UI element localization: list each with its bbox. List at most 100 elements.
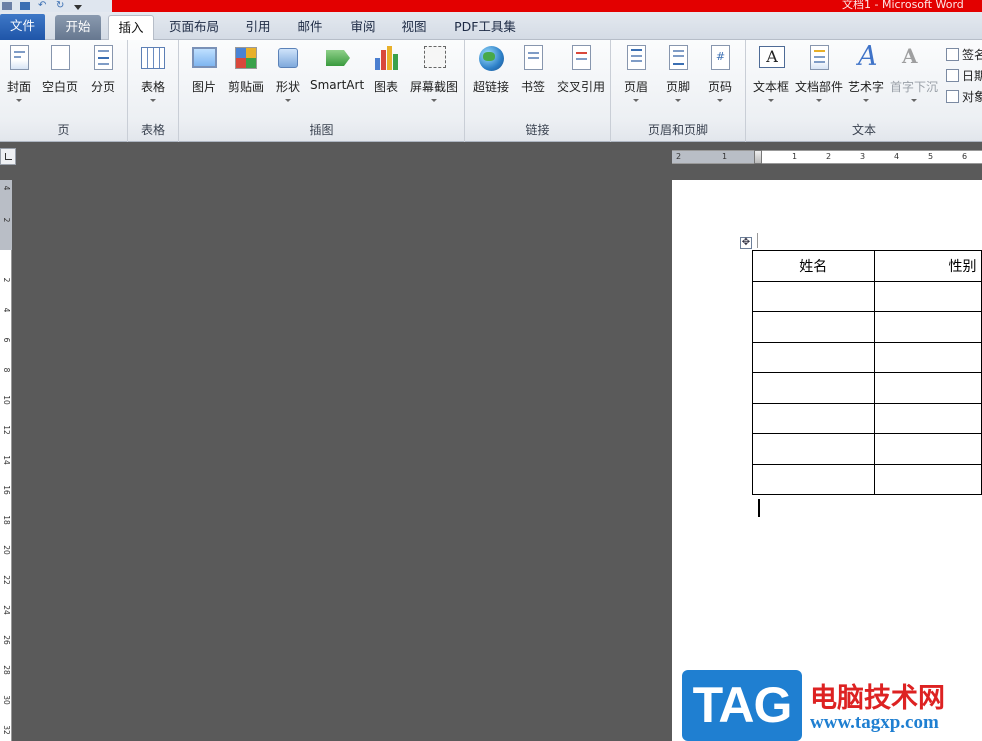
hyperlink-label: 超链接	[472, 80, 509, 94]
ruler-margin	[672, 151, 758, 163]
ruler-tick-label: 22	[2, 575, 11, 585]
cross-reference-button[interactable]: 交叉引用	[555, 44, 607, 116]
ruler-tick-label: 4	[894, 152, 900, 161]
horizontal-ruler[interactable]: 2 1 1 2 3 4 5 6	[672, 150, 982, 164]
screenshot-icon	[420, 44, 448, 72]
ruler-tick-label: 6	[962, 152, 968, 161]
wordart-icon: A	[858, 41, 878, 72]
cover-page-label: 封面	[6, 80, 31, 94]
hyperlink-button[interactable]: 超链接	[470, 44, 512, 116]
ruler-tick-label: 24	[2, 605, 11, 615]
cross-reference-icon	[567, 44, 595, 72]
tab-home[interactable]: 开始	[55, 15, 101, 40]
clip-art-button[interactable]: 剪贴画	[226, 44, 266, 116]
text-cursor	[758, 499, 760, 517]
ribbon-insert: 封面 空白页 分页 页 表格 表格 图片 剪贴画 形状 SmartArt 图表 …	[0, 40, 982, 142]
customize-toolbar-icon[interactable]	[74, 4, 82, 10]
header-button[interactable]: 页眉	[619, 44, 653, 116]
ruler-tick-label: 3	[860, 152, 866, 161]
title-bar: ↶ ↻ 文档1 - Microsoft Word	[0, 0, 982, 12]
tab-view[interactable]: 视图	[392, 15, 436, 40]
ruler-tick-label: 20	[2, 545, 11, 555]
table-cell[interactable]	[752, 341, 875, 373]
table-row	[752, 311, 982, 343]
picture-button[interactable]: 图片	[187, 44, 221, 116]
word-icon	[2, 2, 12, 10]
tab-pdf-tools[interactable]: PDF工具集	[446, 15, 524, 40]
document-table[interactable]: 姓名 性别	[752, 250, 982, 495]
smartart-label: SmartArt	[310, 78, 365, 92]
bookmark-button[interactable]: 书签	[516, 44, 550, 116]
blank-page-button[interactable]: 空白页	[40, 44, 80, 116]
table-cell[interactable]	[873, 402, 982, 434]
footer-button[interactable]: 页脚	[661, 44, 695, 116]
shapes-button[interactable]: 形状	[271, 44, 305, 116]
page-break-button[interactable]: 分页	[86, 44, 120, 116]
shapes-label: 形状	[275, 80, 300, 94]
tab-insert[interactable]: 插入	[108, 15, 154, 41]
undo-icon[interactable]: ↶	[38, 1, 48, 11]
tab-mailings[interactable]: 邮件	[288, 15, 332, 40]
table-row	[752, 372, 982, 404]
table-cell[interactable]	[752, 463, 875, 495]
vertical-ruler[interactable]: 4 2 2 4 6 8 10 12 14 16 18 20 22 24 26 2…	[0, 180, 12, 741]
shapes-icon	[274, 44, 302, 72]
chart-label: 图表	[373, 80, 398, 94]
wordart-button[interactable]: A 艺术字	[847, 41, 885, 116]
table-cell-name-header[interactable]: 姓名	[752, 250, 875, 282]
group-links-label: 链接	[525, 123, 550, 137]
ruler-tick-label: 18	[2, 515, 11, 525]
table-cell[interactable]	[873, 341, 982, 373]
table-move-handle-icon[interactable]: ✥	[740, 237, 752, 249]
group-header-footer-label: 页眉和页脚	[647, 123, 708, 137]
signature-label: 签名行	[962, 47, 982, 62]
page-number-icon: #	[706, 44, 734, 72]
cover-page-button[interactable]: 封面	[2, 44, 36, 116]
table-cell-gender-header[interactable]: 性别	[873, 250, 982, 282]
signature-line-button[interactable]: 签名行	[946, 44, 982, 64]
date-time-button[interactable]: 日期和时间	[946, 65, 982, 85]
smartart-icon	[323, 44, 351, 72]
footer-label: 页脚	[665, 80, 690, 94]
table-cell[interactable]	[873, 433, 982, 465]
table-cell[interactable]	[752, 402, 875, 434]
chart-icon	[372, 44, 400, 72]
page-break-icon	[89, 44, 117, 72]
screenshot-label: 屏幕截图	[409, 80, 458, 94]
text-box-button[interactable]: A 文本框	[752, 44, 790, 116]
group-tables: 表格 表格	[128, 40, 179, 142]
table-cell[interactable]	[752, 372, 875, 404]
indent-marker[interactable]	[754, 150, 762, 164]
table-cell[interactable]	[873, 372, 982, 404]
tab-page-layout[interactable]: 页面布局	[162, 15, 226, 40]
object-button[interactable]: 对象	[946, 86, 982, 106]
table-row	[752, 341, 982, 373]
group-tables-label: 表格	[140, 123, 165, 137]
page-number-button[interactable]: # 页码	[703, 44, 737, 116]
screenshot-button[interactable]: 屏幕截图	[408, 44, 460, 116]
ruler-tick-label: 2	[676, 152, 682, 161]
table-cell[interactable]	[752, 433, 875, 465]
tab-file[interactable]: 文件	[0, 14, 45, 40]
window-title: 文档1 - Microsoft Word	[842, 0, 964, 11]
table-cell[interactable]	[752, 280, 875, 312]
chart-button[interactable]: 图表	[369, 44, 403, 116]
site-watermark: TAG 电脑技术网 www.tagxp.com	[682, 670, 978, 741]
table-cell[interactable]	[873, 463, 982, 495]
table-cell[interactable]	[873, 280, 982, 312]
tab-review[interactable]: 审阅	[341, 15, 385, 40]
tab-references[interactable]: 引用	[236, 15, 280, 40]
save-icon[interactable]	[20, 2, 30, 10]
redo-icon[interactable]: ↻	[56, 1, 66, 11]
smartart-button[interactable]: SmartArt	[310, 44, 364, 116]
bookmark-label: 书签	[520, 80, 545, 94]
object-icon	[946, 89, 959, 103]
tab-stop-selector[interactable]	[0, 148, 16, 165]
table-cell[interactable]	[873, 311, 982, 343]
drop-cap-button[interactable]: A 首字下沉	[888, 44, 940, 116]
table-row	[752, 463, 982, 495]
quick-parts-button[interactable]: 文档部件	[794, 44, 844, 116]
table-row: 姓名 性别	[752, 250, 982, 282]
table-button[interactable]: 表格	[136, 44, 170, 116]
table-cell[interactable]	[752, 311, 875, 343]
